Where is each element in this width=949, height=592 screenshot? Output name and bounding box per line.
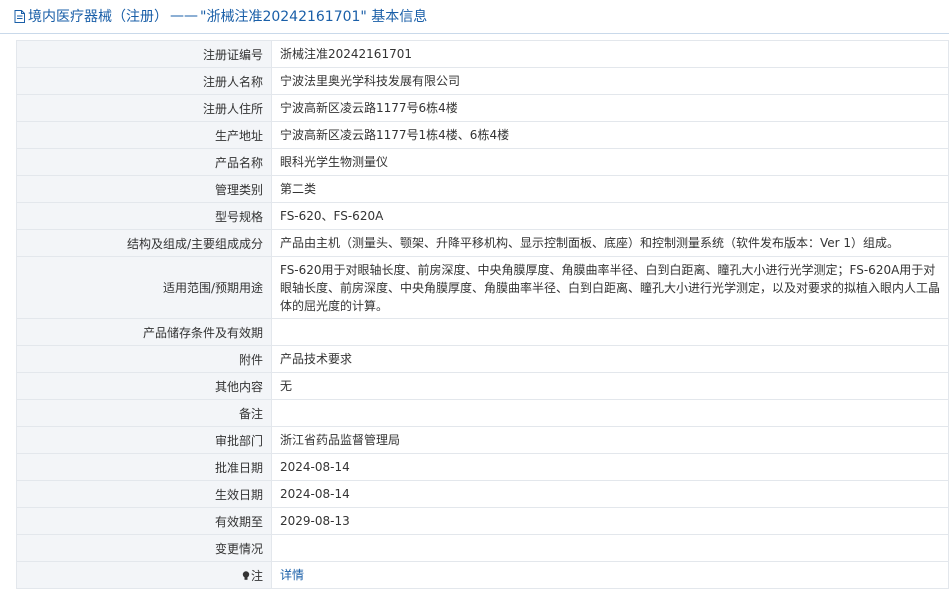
details-link[interactable]: 详情 xyxy=(280,568,304,582)
table-row: 产品储存条件及有效期 xyxy=(16,318,949,346)
registration-title: "浙械注准20242161701" 基本信息 xyxy=(200,9,428,25)
title-separator: —— xyxy=(170,8,198,24)
table-row: 产品名称 眼科光学生物测量仪 xyxy=(16,148,949,176)
field-label: 审批部门 xyxy=(16,426,272,454)
field-label: 产品名称 xyxy=(16,148,272,176)
field-value: FS-620用于对眼轴长度、前房深度、中央角膜厚度、角膜曲率半径、白到白距离、瞳… xyxy=(271,256,949,319)
table-row: 审批部门 浙江省药品监督管理局 xyxy=(16,426,949,454)
field-label: 有效期至 xyxy=(16,507,272,535)
field-value: 宁波法里奥光学科技发展有限公司 xyxy=(271,67,949,95)
field-value: 眼科光学生物测量仪 xyxy=(271,148,949,176)
field-value: 产品技术要求 xyxy=(271,345,949,373)
field-label: 批准日期 xyxy=(16,453,272,481)
field-value: 宁波高新区凌云路1177号1栋4楼、6栋4楼 xyxy=(271,121,949,149)
field-value xyxy=(271,318,949,346)
field-value: 2024-08-14 xyxy=(271,453,949,481)
category-label: 境内医疗器械（注册） xyxy=(28,9,168,25)
lightbulb-icon xyxy=(242,570,250,580)
page-header: 境内医疗器械（注册） —— "浙械注准20242161701" 基本信息 xyxy=(0,0,949,34)
table-row: 生产地址 宁波高新区凌云路1177号1栋4楼、6栋4楼 xyxy=(16,121,949,149)
basic-info-table: 注册证编号 浙械注准20242161701 注册人名称 宁波法里奥光学科技发展有限公司… xyxy=(16,40,949,589)
field-label: 其他内容 xyxy=(16,372,272,400)
field-value: 2024-08-14 xyxy=(271,480,949,508)
field-label: 结构及组成/主要组成成分 xyxy=(16,229,272,257)
info-table-container: 注册证编号 浙械注准20242161701 注册人名称 宁波法里奥光学科技发展有限公司… xyxy=(16,40,949,589)
field-label: 变更情况 xyxy=(16,534,272,562)
table-row: 注册证编号 浙械注准20242161701 xyxy=(16,40,949,68)
table-row: 变更情况 xyxy=(16,534,949,562)
field-label: 附件 xyxy=(16,345,272,373)
note-label-cell: 注 xyxy=(16,561,272,589)
table-row: 结构及组成/主要组成成分 产品由主机（测量头、颚架、升降平移机构、显示控制面板、底… xyxy=(16,229,949,257)
field-label: 注册人住所 xyxy=(16,94,272,122)
field-label: 注册证编号 xyxy=(16,40,272,68)
page-title: 境内医疗器械（注册） —— "浙械注准20242161701" 基本信息 xyxy=(14,6,427,26)
table-row: 附件 产品技术要求 xyxy=(16,345,949,373)
table-row-note: 注 详情 xyxy=(16,561,949,589)
field-value: 浙械注准20242161701 xyxy=(271,40,949,68)
field-label: 型号规格 xyxy=(16,202,272,230)
field-label: 生产地址 xyxy=(16,121,272,149)
table-row: 批准日期 2024-08-14 xyxy=(16,453,949,481)
field-label: 注册人名称 xyxy=(16,67,272,95)
field-label: 适用范围/预期用途 xyxy=(16,256,272,319)
table-row: 备注 xyxy=(16,399,949,427)
field-value: FS-620、FS-620A xyxy=(271,202,949,230)
field-label: 备注 xyxy=(16,399,272,427)
table-row: 生效日期 2024-08-14 xyxy=(16,480,949,508)
field-value: 产品由主机（测量头、颚架、升降平移机构、显示控制面板、底座）和控制测量系统（软件… xyxy=(271,229,949,257)
field-value xyxy=(271,399,949,427)
field-value: 2029-08-13 xyxy=(271,507,949,535)
table-row: 注册人住所 宁波高新区凌云路1177号6栋4楼 xyxy=(16,94,949,122)
field-value: 宁波高新区凌云路1177号6栋4楼 xyxy=(271,94,949,122)
field-label: 产品储存条件及有效期 xyxy=(16,318,272,346)
field-value xyxy=(271,534,949,562)
document-icon xyxy=(14,9,25,23)
table-row: 管理类别 第二类 xyxy=(16,175,949,203)
table-row: 其他内容无 xyxy=(16,372,949,400)
table-row: 型号规格 FS-620、FS-620A xyxy=(16,202,949,230)
note-label: 注 xyxy=(250,568,263,583)
field-value: 第二类 xyxy=(271,175,949,203)
table-row: 有效期至 2029-08-13 xyxy=(16,507,949,535)
field-label: 管理类别 xyxy=(16,175,272,203)
table-row: 注册人名称 宁波法里奥光学科技发展有限公司 xyxy=(16,67,949,95)
field-value: 浙江省药品监督管理局 xyxy=(271,426,949,454)
field-value: 无 xyxy=(271,372,949,400)
field-label: 生效日期 xyxy=(16,480,272,508)
table-row: 适用范围/预期用途 FS-620用于对眼轴长度、前房深度、中央角膜厚度、角膜曲率半… xyxy=(16,256,949,319)
note-value-cell: 详情 xyxy=(271,561,949,589)
